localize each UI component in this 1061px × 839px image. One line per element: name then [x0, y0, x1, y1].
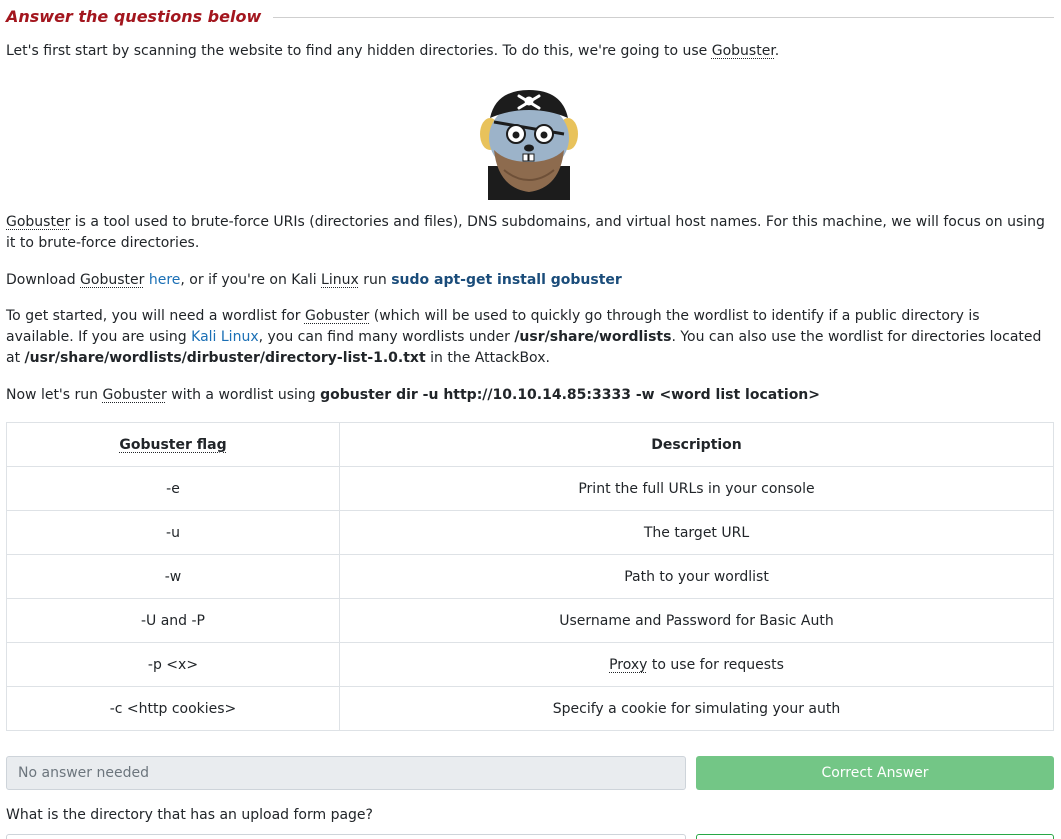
description-cell: Path to your wordlist: [339, 554, 1054, 599]
wordlist-paragraph: To get started, you will need a wordlist…: [6, 306, 1051, 369]
table-header-row: Gobuster flag Description: [6, 422, 1054, 467]
download-paragraph: Download Gobuster here, or if you're on …: [6, 270, 1051, 291]
linux-term: Linux: [321, 272, 359, 288]
answer-placeholder: No answer needed: [18, 765, 149, 781]
description-cell: Specify a cookie for simulating your aut…: [339, 686, 1054, 731]
wordlist-text-3: , you can find many wordlists under: [258, 329, 515, 345]
section-header: Answer the questions below: [6, 5, 1054, 27]
gobuster-flags-table: Gobuster flag Description -e Print the f…: [6, 422, 1054, 731]
intro-paragraph: Let's first start by scanning the websit…: [6, 41, 1051, 62]
description-cell: Username and Password for Basic Auth: [339, 598, 1054, 643]
gobuster-term: Gobuster: [711, 43, 775, 59]
wordlists-path: /usr/share/wordlists: [514, 329, 672, 345]
run-text-2: with a wordlist using: [166, 387, 321, 403]
download-here-link[interactable]: here: [149, 272, 181, 288]
download-prefix: Download: [6, 272, 81, 288]
description-text: is a tool used to brute-force URIs (dire…: [6, 214, 1045, 251]
gobuster-term: Gobuster: [102, 387, 167, 403]
description-cell: The target URL: [339, 510, 1054, 555]
wordlist-text-5: in the AttackBox.: [425, 350, 550, 366]
run-paragraph: Now let's run Gobuster with a wordlist u…: [6, 385, 1051, 406]
download-middle-text: , or if you're on Kali: [180, 272, 322, 288]
dirbuster-wordlist-path: /usr/share/wordlists/dirbuster/directory…: [24, 350, 426, 366]
description-rest: to use for requests: [647, 656, 784, 673]
kali-linux-link[interactable]: Kali Linux: [191, 329, 258, 345]
intro-text: Let's first start by scanning the websit…: [6, 43, 712, 59]
proxy-term: Proxy: [609, 656, 648, 673]
question-text: What is the directory that has an upload…: [6, 807, 373, 823]
description-cell: Print the full URLs in your console: [339, 466, 1054, 511]
gobuster-pirate-gopher-icon: [480, 90, 578, 200]
flag-cell: -c <http cookies>: [6, 686, 340, 731]
flag-cell: -p <x>: [6, 642, 340, 687]
flag-cell: -U and -P: [6, 598, 340, 643]
description-cell: Proxy to use for requests: [339, 642, 1054, 687]
submit-button-2[interactable]: [696, 834, 1054, 839]
header-flag: Gobuster flag: [6, 422, 340, 467]
correct-answer-button[interactable]: Correct Answer: [696, 756, 1054, 790]
table-row: -c <http cookies> Specify a cookie for s…: [6, 686, 1054, 731]
gobuster-term: Gobuster: [80, 272, 145, 288]
gobuster-term: Gobuster: [304, 308, 370, 324]
section-title: Answer the questions below: [6, 6, 262, 26]
table-row: -p <x> Proxy to use for requests: [6, 642, 1054, 687]
table-row: -U and -P Username and Password for Basi…: [6, 598, 1054, 643]
gobuster-description: Gobuster is a tool used to brute-force U…: [6, 212, 1051, 254]
table-row: -w Path to your wordlist: [6, 554, 1054, 599]
answer-input-2[interactable]: [6, 834, 686, 839]
table-row: -u The target URL: [6, 510, 1054, 555]
table-row: -e Print the full URLs in your console: [6, 466, 1054, 511]
task-page: Answer the questions below Let's first s…: [0, 0, 1061, 839]
run-text-1: Now let's run: [6, 387, 103, 403]
flag-cell: -e: [6, 466, 340, 511]
gobuster-term: Gobuster: [6, 214, 71, 230]
intro-period: .: [774, 43, 780, 59]
wordlist-text-1: To get started, you will need a wordlist…: [6, 308, 305, 324]
gobuster-command: gobuster dir -u http://10.10.14.85:3333 …: [320, 387, 821, 403]
answer-input[interactable]: No answer needed: [6, 756, 686, 790]
section-divider: [273, 16, 1054, 18]
header-description: Description: [339, 422, 1054, 467]
header-flag-label: Gobuster flag: [119, 436, 227, 453]
install-command: sudo apt-get install gobuster: [391, 272, 622, 288]
flag-cell: -w: [6, 554, 340, 599]
download-run-text: run: [358, 272, 392, 288]
flag-cell: -u: [6, 510, 340, 555]
